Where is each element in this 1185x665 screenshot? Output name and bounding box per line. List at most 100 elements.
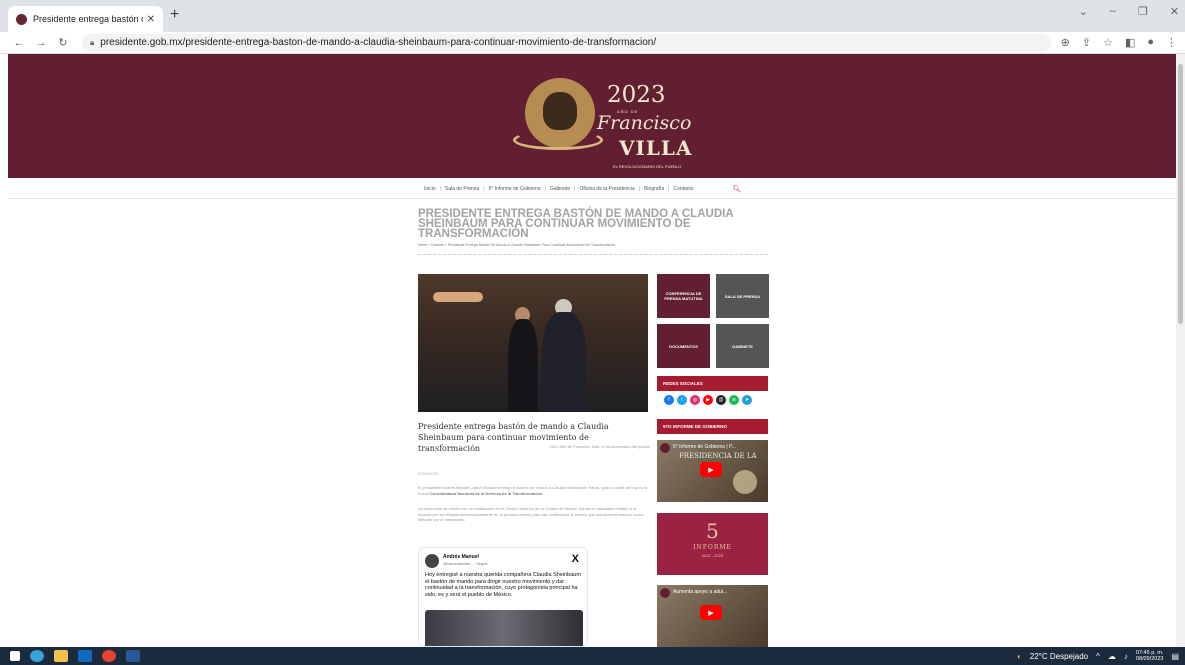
menu-item-biografia[interactable]: Biografía	[640, 186, 668, 192]
channel-avatar	[660, 588, 670, 598]
logo-tagline: EL REVOLUCIONARIO DEL PUEBLO	[613, 164, 682, 169]
web-page: 2023 AÑO DE Francisco VILLA EL REVOLUCIO…	[0, 54, 1176, 647]
favicon-icon	[16, 13, 27, 25]
logo-villa: VILLA	[619, 136, 693, 160]
address-bar[interactable]: 🔒︎ presidente.gob.mx/presidente-entrega-…	[82, 33, 1051, 52]
scrollbar-thumb[interactable]	[1178, 64, 1183, 324]
tweet-author[interactable]: Andrés Manuel	[443, 554, 479, 560]
tab-search-icon[interactable]: ⌄	[1079, 5, 1088, 18]
article-caption-subtitle: 2023 Año de Francisco Villa, el revoluci…	[549, 444, 650, 449]
play-icon[interactable]: ▶	[700, 462, 722, 477]
embedded-tweet[interactable]: Andrés Manuel @lopezobrador_ · Seguir X …	[418, 547, 588, 647]
logo-name: Francisco	[597, 112, 692, 134]
logo-year: 2023	[607, 82, 666, 108]
windows-start-icon[interactable]	[10, 651, 20, 661]
avatar[interactable]	[425, 554, 439, 568]
dashed-divider	[418, 254, 768, 255]
header-banner: 2023 AÑO DE Francisco VILLA EL REVOLUCIO…	[8, 54, 1176, 178]
informe-label: INFORME	[693, 544, 732, 551]
word-icon[interactable]	[126, 650, 140, 662]
tweet-media[interactable]	[425, 610, 583, 646]
photo-light	[433, 292, 483, 302]
more-menu-icon[interactable]: ⋮	[1166, 36, 1177, 49]
article-paragraph: El presidente Andrés Manuel López Obrado…	[418, 485, 648, 496]
minimize-icon[interactable]: –	[1110, 5, 1116, 18]
clock-date: 08/09/2023	[1135, 656, 1164, 662]
telegram-icon[interactable]: ➤	[742, 395, 752, 405]
menu-item-sala-de-prensa[interactable]: Sala de Prensa	[441, 186, 483, 192]
search-icon[interactable]: 🔍︎	[732, 185, 741, 193]
menu-item-gabinete[interactable]: Gabinete	[546, 186, 574, 192]
reload-icon[interactable]: ↻	[52, 36, 74, 49]
logo-sombrero	[513, 130, 603, 150]
search-taskbar-icon[interactable]	[30, 650, 44, 662]
video-title[interactable]: Aumenta apoyo a adul...	[673, 589, 727, 595]
video-title[interactable]: 5° Informe de Gobierno | P...	[673, 444, 736, 450]
zoom-icon[interactable]: ⊕	[1061, 36, 1070, 49]
twitter-icon[interactable]: t	[677, 395, 687, 405]
forward-icon[interactable]: →	[30, 37, 52, 49]
tab-title: Presidente entrega bastón de m	[33, 14, 143, 24]
bookmark-star-icon[interactable]: ☆	[1103, 36, 1113, 49]
page-scrollbar[interactable]	[1176, 54, 1185, 647]
site-logo[interactable]: 2023 AÑO DE Francisco VILLA EL REVOLUCIO…	[513, 72, 693, 169]
tile-sala-de-prensa[interactable]: SALA DE PRENSA	[716, 274, 769, 318]
informe-banner[interactable]: 5 INFORME 2022 - 2023	[657, 513, 768, 575]
tweet-handle[interactable]: @lopezobrador_ · Seguir	[443, 561, 488, 566]
social-heading: REDES SOCIALES	[657, 376, 768, 391]
x-logo-icon[interactable]: X	[572, 553, 579, 565]
back-icon[interactable]: ←	[8, 37, 30, 49]
menu-divider	[8, 198, 1176, 199]
close-window-icon[interactable]: ✕	[1170, 5, 1179, 18]
menu-item-inicio[interactable]: Inicio	[420, 186, 440, 192]
menu-item-oficina[interactable]: Oficina de la Presidencia	[575, 186, 638, 192]
volume-icon[interactable]: ♪	[1124, 652, 1128, 661]
article-caption-title: Presidente entrega bastón de mando a Cla…	[418, 422, 609, 453]
tweet-text: Hoy entregué a nuestra querida compañera…	[425, 572, 581, 598]
side-panel-icon[interactable]: ◧	[1125, 36, 1135, 49]
seal-icon	[733, 470, 757, 494]
spotify-icon[interactable]: ≋	[729, 395, 739, 405]
tab-strip: Presidente entrega bastón de m ✕ + ⌄ – ❐…	[0, 0, 1185, 32]
tile-documentos[interactable]: DOCUMENTOS	[657, 324, 710, 368]
browser-tab[interactable]: Presidente entrega bastón de m ✕	[8, 6, 163, 32]
threads-icon[interactable]: @	[716, 395, 726, 405]
notifications-icon[interactable]: ▤	[1171, 652, 1179, 661]
system-tray: ◐ 22°C Despejado ^ ☁ ♪ 07:45 p. m. 08/09…	[1017, 647, 1179, 665]
play-icon[interactable]: ▶	[700, 605, 722, 620]
browser-toolbar: ← → ↻ 🔒︎ presidente.gob.mx/presidente-en…	[0, 32, 1185, 54]
outlook-icon[interactable]	[78, 650, 92, 662]
menu-item-informe[interactable]: 5° Informe de Gobierno	[485, 186, 545, 192]
informe-heading: 5TO INFORME DE GOBIERNO	[657, 419, 768, 434]
article-date: 07/09/2023	[418, 471, 439, 476]
profile-icon[interactable]: ●	[1147, 36, 1154, 49]
tray-chevron-icon[interactable]: ^	[1096, 652, 1100, 661]
photo-person	[508, 319, 538, 412]
share-icon[interactable]: ⇪	[1082, 36, 1091, 49]
weather-text[interactable]: 22°C Despejado	[1030, 652, 1088, 661]
main-menu: Inicio | Sala de Prensa | 5° Informe de Go…	[420, 183, 770, 195]
channel-avatar	[660, 443, 670, 453]
weather-icon[interactable]: ◐	[1017, 652, 1022, 661]
tile-conferencia[interactable]: CONFERENCIA DE PRENSA MATUTINA	[657, 274, 710, 318]
chrome-icon[interactable]	[102, 650, 116, 662]
file-explorer-icon[interactable]	[54, 650, 68, 662]
youtube-icon[interactable]: ▶	[703, 395, 713, 405]
tile-gabinete[interactable]: GABINETE	[716, 324, 769, 368]
lock-icon[interactable]: 🔒︎	[90, 38, 94, 48]
toolbar-right-icons: ⊕ ⇪ ☆ ◧ ● ⋮	[1061, 36, 1177, 49]
menu-item-contacto[interactable]: Contacto	[669, 186, 697, 192]
restore-icon[interactable]: ❐	[1138, 5, 1148, 18]
new-tab-icon[interactable]: +	[170, 6, 179, 24]
clock[interactable]: 07:45 p. m. 08/09/2023	[1136, 650, 1164, 662]
instagram-icon[interactable]: ◎	[690, 395, 700, 405]
facebook-icon[interactable]: f	[664, 395, 674, 405]
youtube-video-apoyo[interactable]: Aumenta apoyo a adul... ▶	[657, 585, 768, 647]
youtube-video-informe[interactable]: 5° Informe de Gobierno | P... PRESIDENCI…	[657, 440, 768, 502]
network-icon[interactable]: ☁	[1108, 652, 1116, 661]
close-tab-icon[interactable]: ✕	[147, 14, 155, 25]
url-text: presidente.gob.mx/presidente-entrega-bas…	[100, 37, 657, 48]
informe-number: 5	[706, 519, 719, 543]
breadcrumb[interactable]: Home > Noticias > Presidente Entrega Bas…	[418, 243, 615, 247]
social-links: f t ◎ ▶ @ ≋ ➤	[664, 395, 752, 405]
